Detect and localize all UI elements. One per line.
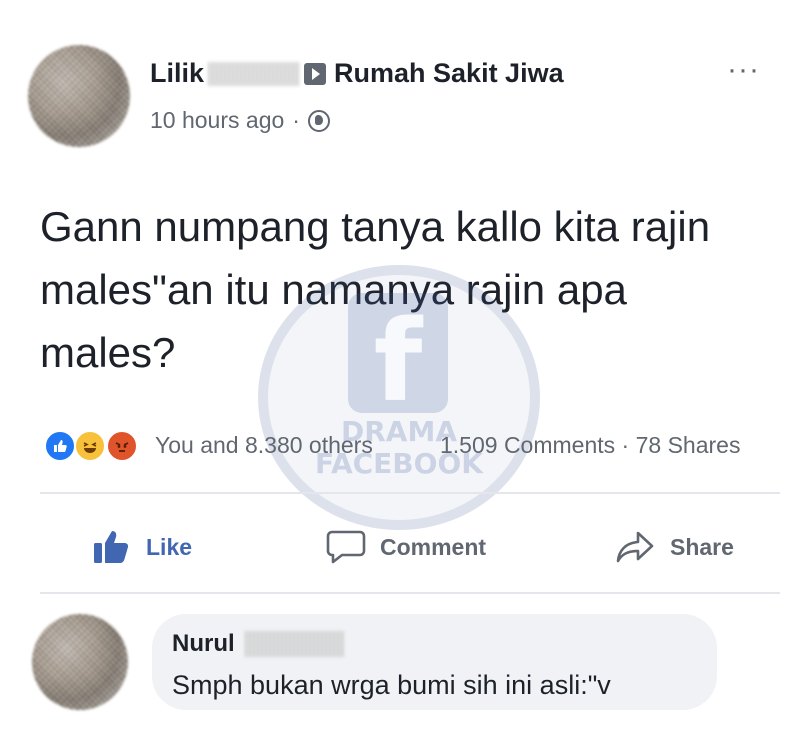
shares-count[interactable]: 78 Shares <box>636 432 741 458</box>
meta-separator: · <box>292 107 300 133</box>
reactions-summary[interactable]: You and 8.380 others <box>155 432 373 459</box>
commenter-name[interactable]: Nurul <box>172 630 235 658</box>
author-name[interactable]: Lilik <box>150 58 204 89</box>
post-text: Gann numpang tanya kallo kita rajin male… <box>40 203 711 376</box>
commenter-avatar[interactable] <box>32 614 128 710</box>
author-avatar[interactable] <box>28 45 130 147</box>
thumbs-up-icon <box>94 531 129 563</box>
comment-button[interactable]: Comment <box>326 527 486 567</box>
counts-separator: · <box>621 432 630 458</box>
haha-reaction-icon <box>74 430 106 462</box>
divider <box>40 492 780 494</box>
share-label: Share <box>670 533 734 560</box>
share-button[interactable]: Share <box>616 527 734 567</box>
censored-surname <box>208 61 301 86</box>
like-button[interactable]: Like <box>92 527 192 567</box>
group-name[interactable]: Rumah Sakit Jiwa <box>334 58 564 89</box>
comments-count[interactable]: 1.509 Comments <box>440 432 615 458</box>
divider <box>40 592 780 594</box>
post-timestamp[interactable]: 10 hours ago <box>150 107 284 134</box>
post-header: Lilik Rumah Sakit Jiwa <box>150 58 564 89</box>
comment-label: Comment <box>380 533 487 560</box>
engagement-counts: 1.509 Comments · 78 Shares <box>440 432 740 459</box>
share-arrow-icon <box>616 531 654 563</box>
facebook-post: Lilik Rumah Sakit Jiwa 10 hours ago · ··… <box>0 0 788 744</box>
globe-icon[interactable] <box>307 109 330 132</box>
like-label: Like <box>146 533 193 560</box>
post-meta: 10 hours ago · <box>150 107 330 134</box>
like-reaction-icon <box>44 430 76 462</box>
more-options-icon[interactable]: ··· <box>727 55 760 85</box>
speech-bubble-icon <box>326 530 366 564</box>
comment-author: Nurul <box>172 630 345 658</box>
censored-surname <box>244 631 345 657</box>
angry-reaction-icon <box>106 430 138 462</box>
triangle-right-icon <box>304 62 327 85</box>
comment-text: Smph bukan wrga bumi sih ini asli:"v <box>172 670 611 700</box>
reaction-icons[interactable] <box>44 430 154 462</box>
